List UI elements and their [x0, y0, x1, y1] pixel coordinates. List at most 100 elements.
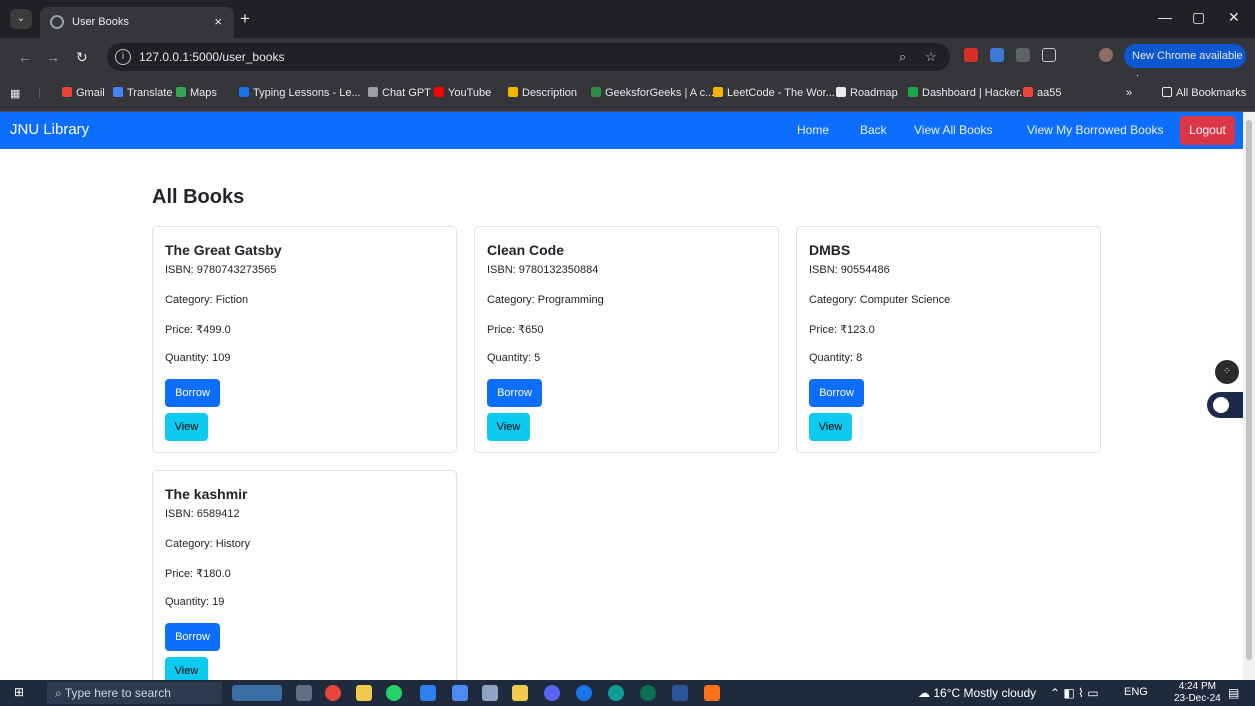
address-bar[interactable]: i 127.0.0.1:5000/user_books ⌕ ☆ — [107, 43, 950, 71]
extensions-puzzle-icon[interactable] — [1042, 48, 1056, 62]
window-close-icon[interactable]: ✕ — [1228, 9, 1240, 26]
whatsapp-icon[interactable] — [386, 685, 402, 701]
taskbar-search-input[interactable]: ⌕ Type here to search — [47, 682, 222, 704]
sticky-notes-icon[interactable] — [512, 685, 528, 701]
nav-view-my-borrowed-books-link[interactable]: View My Borrowed Books — [1027, 123, 1164, 137]
folder-icon — [1162, 87, 1172, 97]
all-bookmarks-folder[interactable]: All Bookmarks — [1162, 87, 1246, 99]
book-card: DMBS ISBN: 90554486 Category: Computer Sci… — [796, 226, 1101, 453]
bookmark-item[interactable]: LeetCode - The Wor... — [713, 87, 835, 99]
discord-icon[interactable] — [544, 685, 560, 701]
apps-grid-icon[interactable]: ▦ — [10, 87, 20, 100]
brand-link[interactable]: JNU Library — [10, 121, 89, 138]
extension-notion-icon[interactable] — [1016, 48, 1030, 62]
bookmark-item[interactable]: Description — [508, 87, 577, 99]
reload-icon[interactable]: ↻ — [76, 49, 88, 66]
new-tab-button[interactable]: + — [240, 9, 250, 29]
book-quantity: Quantity: 109 — [165, 352, 231, 364]
book-category: Category: Fiction — [165, 294, 249, 306]
new-chrome-available-button[interactable]: New Chrome available ⋮ — [1124, 44, 1246, 86]
bookmark-item[interactable]: YouTube — [434, 87, 491, 99]
logout-button[interactable]: Logout — [1180, 116, 1235, 145]
bookmark-item[interactable]: Maps — [176, 87, 217, 99]
scrollbar[interactable] — [1243, 112, 1255, 680]
view-button[interactable]: View — [165, 413, 208, 441]
view-button[interactable]: View — [487, 413, 530, 441]
bookmark-item[interactable]: Gmail — [62, 87, 105, 99]
word-icon[interactable] — [672, 685, 688, 701]
bookmark-item[interactable]: Roadmap — [836, 87, 898, 99]
language-indicator[interactable]: ENG — [1124, 686, 1148, 698]
notifications-icon[interactable]: ▤ — [1228, 686, 1239, 700]
bookmark-label: Gmail — [76, 87, 105, 99]
clock[interactable]: 4:24 PM 23-Dec-24 — [1174, 681, 1221, 705]
forward-arrow-icon[interactable]: → — [46, 49, 60, 65]
bookmark-favicon-icon — [1023, 87, 1033, 97]
borrow-button[interactable]: Borrow — [165, 379, 220, 407]
book-price: Price: ₹123.0 — [809, 324, 875, 336]
tab-close-icon[interactable]: × — [214, 14, 222, 29]
bookmark-item[interactable]: Translate — [113, 87, 172, 99]
star-icon[interactable]: ☆ — [925, 49, 937, 65]
bookmark-favicon-icon — [836, 87, 846, 97]
search-highlight-icon[interactable] — [232, 685, 282, 701]
book-isbn: ISBN: 9780132350884 — [487, 264, 599, 276]
minimize-icon[interactable]: — — [1158, 9, 1172, 25]
bookmark-item[interactable]: aa55 — [1023, 87, 1061, 99]
zoom-icon[interactable]: ⌕ — [899, 49, 906, 65]
book-title: The Great Gatsby — [165, 242, 282, 258]
mongodb-compass-icon[interactable] — [640, 685, 656, 701]
vscode-icon[interactable] — [420, 685, 436, 701]
bookmark-item[interactable]: Dashboard | Hacker... — [908, 87, 1028, 99]
profile-avatar[interactable] — [1099, 48, 1113, 62]
floating-apps-icon[interactable]: ⁘ — [1215, 360, 1239, 384]
browser-tab[interactable]: User Books × — [40, 7, 234, 38]
view-button[interactable]: View — [809, 413, 852, 441]
bookmark-item[interactable]: Chat GPT — [368, 87, 431, 99]
book-isbn: ISBN: 90554486 — [809, 264, 890, 276]
all-bookmarks-label: All Bookmarks — [1176, 87, 1247, 99]
view-button[interactable]: View — [165, 657, 208, 680]
bookmark-item[interactable]: Typing Lessons - Le... — [239, 87, 361, 99]
nav-view-all-books-link[interactable]: View All Books — [914, 123, 993, 137]
nav-home-link[interactable]: Home — [797, 123, 829, 137]
borrow-button[interactable]: Borrow — [809, 379, 864, 407]
book-title: Clean Code — [487, 242, 565, 258]
task-view-icon[interactable] — [296, 685, 312, 701]
floating-assistant-button[interactable] — [1207, 392, 1243, 418]
borrow-button[interactable]: Borrow — [165, 623, 220, 651]
url-text: 127.0.0.1:5000/user_books — [139, 50, 285, 64]
bookmark-label: aa55 — [1037, 87, 1062, 99]
chrome-taskbar-icon[interactable] — [325, 685, 341, 701]
back-arrow-icon[interactable]: ← — [18, 49, 32, 65]
bookmark-item[interactable]: GeeksforGeeks | A c... — [591, 87, 714, 99]
weather-widget[interactable]: ☁ 16°C Mostly cloudy — [918, 686, 1036, 700]
file-explorer-icon[interactable] — [356, 685, 372, 701]
xampp-icon[interactable] — [704, 685, 720, 701]
bookmark-label: Dashboard | Hacker... — [922, 87, 1029, 99]
book-price: Price: ₹650 — [487, 324, 544, 336]
bookmark-favicon-icon — [713, 87, 723, 97]
borrow-button[interactable]: Borrow — [487, 379, 542, 407]
windows-start-icon[interactable]: ⊞ — [14, 685, 30, 701]
more-bookmarks-icon[interactable]: » — [1126, 87, 1132, 99]
app-icon[interactable] — [482, 685, 498, 701]
edge-icon[interactable] — [608, 685, 624, 701]
book-card: The Great Gatsby ISBN: 9780743273565 Categ… — [152, 226, 457, 453]
signal-icon[interactable] — [576, 685, 592, 701]
extension-icon[interactable] — [990, 48, 1004, 62]
system-tray-icons[interactable]: ⌃ ◧ ⌇ ▭ — [1050, 686, 1099, 700]
scrollbar-thumb[interactable] — [1246, 120, 1252, 660]
windows-taskbar: ⊞ ⌕ Type here to search ☁ 16°C Mostly cl… — [0, 680, 1255, 706]
tab-search-icon[interactable]: ⌄ — [10, 9, 32, 29]
maximize-icon[interactable]: ▢ — [1192, 9, 1205, 26]
site-info-icon[interactable]: i — [115, 49, 131, 65]
bookmark-favicon-icon — [908, 87, 918, 97]
globe-icon — [50, 15, 64, 29]
nav-back-link[interactable]: Back — [860, 123, 887, 137]
bookmarks-bar: ▦ | Gmail Translate Maps Typing Lessons - L… — [0, 76, 1255, 112]
taskbar-search-placeholder: Type here to search — [64, 686, 171, 700]
book-card: The kashmir ISBN: 6589412 Category: Histor… — [152, 470, 457, 680]
store-icon[interactable] — [452, 685, 468, 701]
extension-ublock-icon[interactable] — [964, 48, 978, 62]
